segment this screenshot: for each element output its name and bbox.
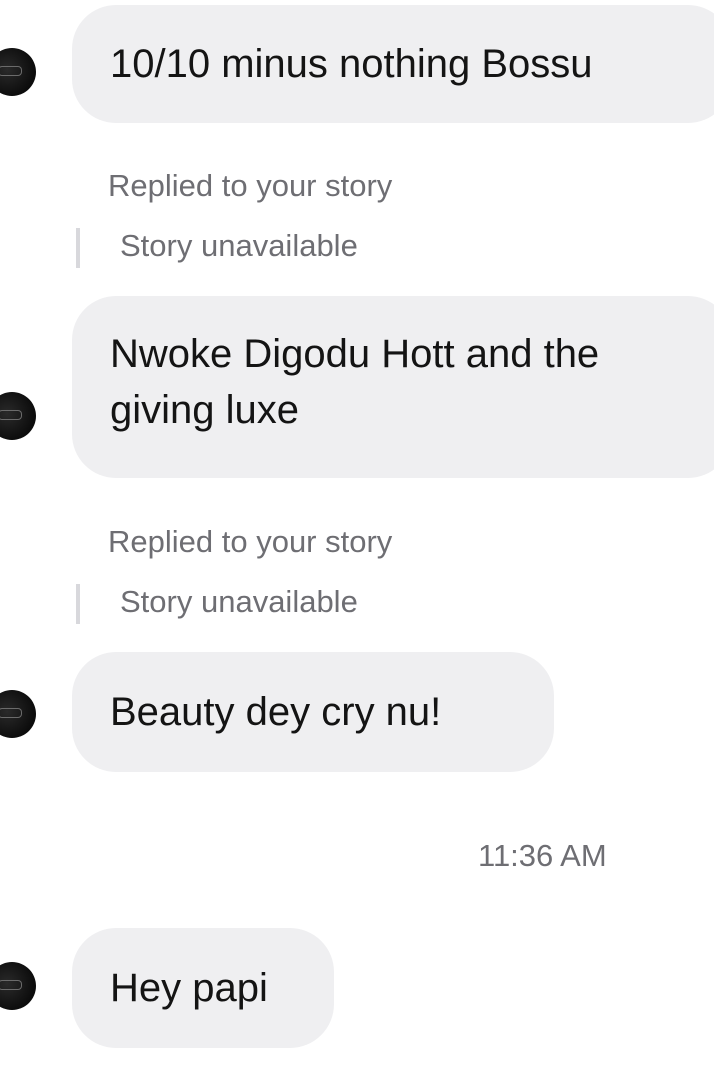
message-bubble[interactable]: Hey papi <box>72 928 334 1048</box>
message-text: Hey papi <box>110 966 268 1010</box>
message-bubble[interactable]: Nwoke Digodu Hott and the giving luxe <box>72 296 714 478</box>
message-bubble[interactable]: 10/10 minus nothing Bossu <box>72 5 714 123</box>
story-reply-label: Replied to your story <box>108 524 393 559</box>
message-text: 10/10 minus nothing Bossu <box>110 42 593 86</box>
sender-avatar[interactable] <box>0 48 36 96</box>
message-text-line: Nwoke Digodu Hott and the <box>110 332 600 376</box>
sender-avatar[interactable] <box>0 962 36 1010</box>
message-text: Beauty dey cry nu! <box>110 690 442 734</box>
sender-avatar[interactable] <box>0 690 36 738</box>
story-unavailable-text: Story unavailable <box>120 584 358 619</box>
story-quote-bar <box>76 584 80 624</box>
message-bubble[interactable]: Beauty dey cry nu! <box>72 652 554 772</box>
story-reply-label: Replied to your story <box>108 168 393 203</box>
message-timestamp: 11:36 AM <box>478 838 607 873</box>
message-text-line: giving luxe <box>110 388 300 432</box>
sender-avatar[interactable] <box>0 392 36 440</box>
story-unavailable-text: Story unavailable <box>120 228 358 263</box>
story-quote-bar <box>76 228 80 268</box>
